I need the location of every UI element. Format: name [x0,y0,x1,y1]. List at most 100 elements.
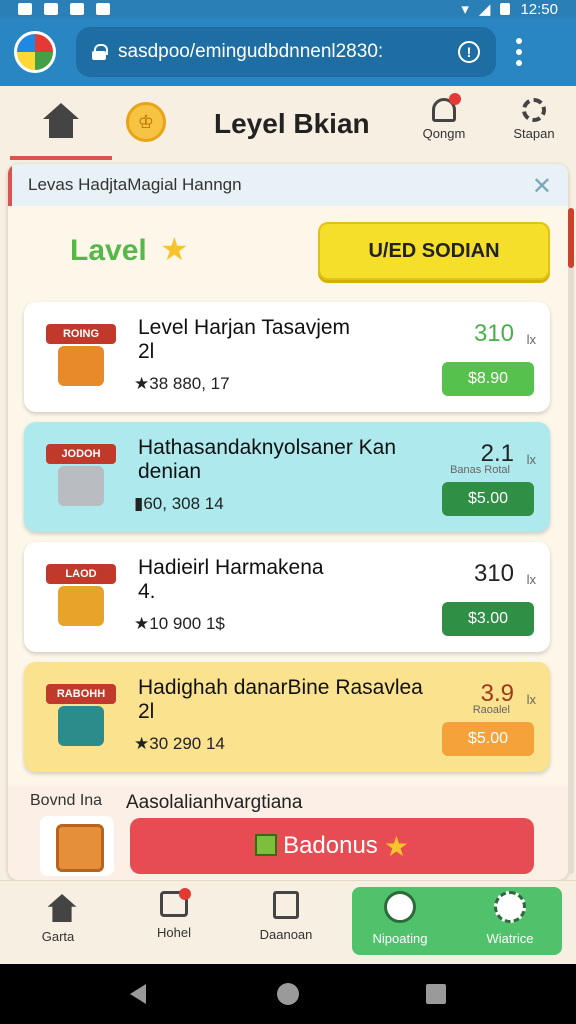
panel-heading-text: Levas HadjtaMagial Hanngn [28,175,242,194]
item-image: RABOHH [46,680,116,752]
cta-button[interactable]: U/ED SODIAN [318,222,550,280]
item-sub-label: Raoalel [472,704,510,716]
item-image: LAOD [46,560,116,632]
bonus-left-label: Bovnd Ina [30,792,103,809]
item-card[interactable]: LAOD Hadieirl Harmakena 4. ★10 900 1$ 310… [24,542,550,652]
notification-dot [179,888,191,900]
item-banner: RABOHH [46,684,116,704]
box-icon [58,466,104,506]
level-row: Lavel ★ U/ED SODIAN [8,206,568,298]
item-stats: ★10 900 1$ [134,614,225,633]
nav-label: Nipoating [372,931,428,946]
status-icons-left [18,3,110,15]
browser-toolbar: sasdpoo/emingudbdnnenl2830: ! [0,18,576,86]
home-icon [46,894,77,922]
close-icon[interactable]: ✕ [532,172,552,201]
home-tab[interactable] [10,86,112,160]
nav-label: Hohel [157,925,191,940]
box-icon [58,706,104,746]
signal-icon: ◢ [478,1,491,18]
nav-label: Daanoan [259,927,313,942]
price-button[interactable]: $5.00 [442,722,534,756]
page-title: Leyel Bkian [214,108,370,139]
status-icons-right: ▾ ◢ 12:50 [461,0,558,19]
badge-icon [384,891,416,923]
bonus-button[interactable]: Badonus ★ [130,818,534,874]
settings-label: Stapan [513,126,555,141]
wifi-icon: ▾ [461,1,469,18]
item-title: Hathasandaknyolsaner Kan denian [138,436,397,483]
bonus-button-label: Badonus [283,832,378,859]
notification-icon [18,3,32,15]
settings-button[interactable]: Stapan [504,98,564,141]
bell-icon [432,93,461,122]
item-unit: lx [526,572,536,587]
item-title: Hadighah danarBine Rasavlea 2l [138,676,423,723]
game-icon [96,3,110,15]
item-image: ROING [46,320,116,392]
item-sub-label: Banas Rotal [450,464,510,476]
box-icon [58,346,104,386]
nav-label: Garta [41,929,75,944]
lock-icon [92,44,108,60]
scrollbar[interactable] [568,208,574,874]
bottom-nav: Garta Hohel Daanoan Nipoating Wiatrice [0,880,576,964]
box-icon [58,586,104,626]
status-bar: ▾ ◢ 12:50 [0,0,576,18]
edit-icon [273,891,299,919]
crate-icon [40,816,114,876]
item-banner: LAOD [46,564,116,584]
item-stats: ★30 290 14 [134,734,225,753]
item-title: Level Harjan Tasavjem 2l [138,316,351,363]
bonus-section: Bovnd Ina Aasolalianhvargtiana Badonus ★ [8,786,568,880]
shop-panel: Levas HadjtaMagial Hanngn ✕ Lavel ★ U/ED… [8,164,568,880]
price-button[interactable]: $5.00 [442,482,534,516]
app-header: ♔ Leyel Bkian Qongm Stapan [0,86,576,160]
star-icon: ★ [383,831,409,862]
nav-item-garta[interactable]: Garta [8,891,108,944]
back-icon[interactable] [130,984,146,1004]
notifications-button[interactable]: Qongm [414,93,474,141]
mail-icon [44,3,58,15]
item-title: Hadieirl Harmakena 4. [138,556,324,603]
site-logo[interactable] [14,31,56,73]
coin-icon[interactable]: ♔ [126,102,166,142]
address-bar[interactable]: sasdpoo/emingudbdnnenl2830: ! [76,27,496,77]
battery-icon [500,3,511,15]
item-banner: ROING [46,324,116,344]
camera-icon [160,888,191,917]
gift-icon [255,834,278,856]
level-label: Lavel [70,234,147,267]
recents-icon[interactable] [426,984,446,1004]
price-button[interactable]: $8.90 [442,362,534,396]
item-value: 310 [473,560,514,587]
notifications-label: Qongm [422,126,466,141]
item-stats: ★38 880, 17 [134,374,230,393]
status-time: 12:50 [520,0,558,18]
nav-item-hohel[interactable]: Hohel [124,888,224,940]
nav-item-daanoan[interactable]: Daanoan [236,891,336,942]
item-card[interactable]: JODOH Hathasandaknyolsaner Kan denian ▮60… [24,422,550,532]
item-banner: JODOH [46,444,116,464]
price-button[interactable]: $3.00 [442,602,534,636]
item-card[interactable]: ROING Level Harjan Tasavjem 2l ★38 880, 1… [24,302,550,412]
star-icon: ★ [160,231,189,267]
home-circle-icon[interactable] [277,983,299,1005]
nav-label: Wiatrice [486,931,534,946]
item-card[interactable]: RABOHH Hadighah danarBine Rasavlea 2l ★30… [24,662,550,772]
item-unit: lx [526,332,536,347]
sync-icon [70,3,84,15]
system-nav-bar [0,964,576,1024]
panel-heading: Levas HadjtaMagial Hanngn ✕ [8,164,568,206]
item-stats: ▮60, 308 14 [134,494,224,513]
nav-item-nipoating[interactable]: Nipoating [350,891,450,946]
notification-dot [449,93,461,105]
overflow-menu-icon[interactable] [516,38,522,66]
bonus-right-label: Aasolalianhvargtiana [126,792,303,813]
nav-item-wiatrice[interactable]: Wiatrice [460,891,560,946]
item-unit: lx [526,692,536,707]
item-value: 310 [473,320,514,347]
info-icon[interactable]: ! [458,41,480,63]
item-unit: lx [526,452,536,467]
gear-icon [522,98,546,122]
